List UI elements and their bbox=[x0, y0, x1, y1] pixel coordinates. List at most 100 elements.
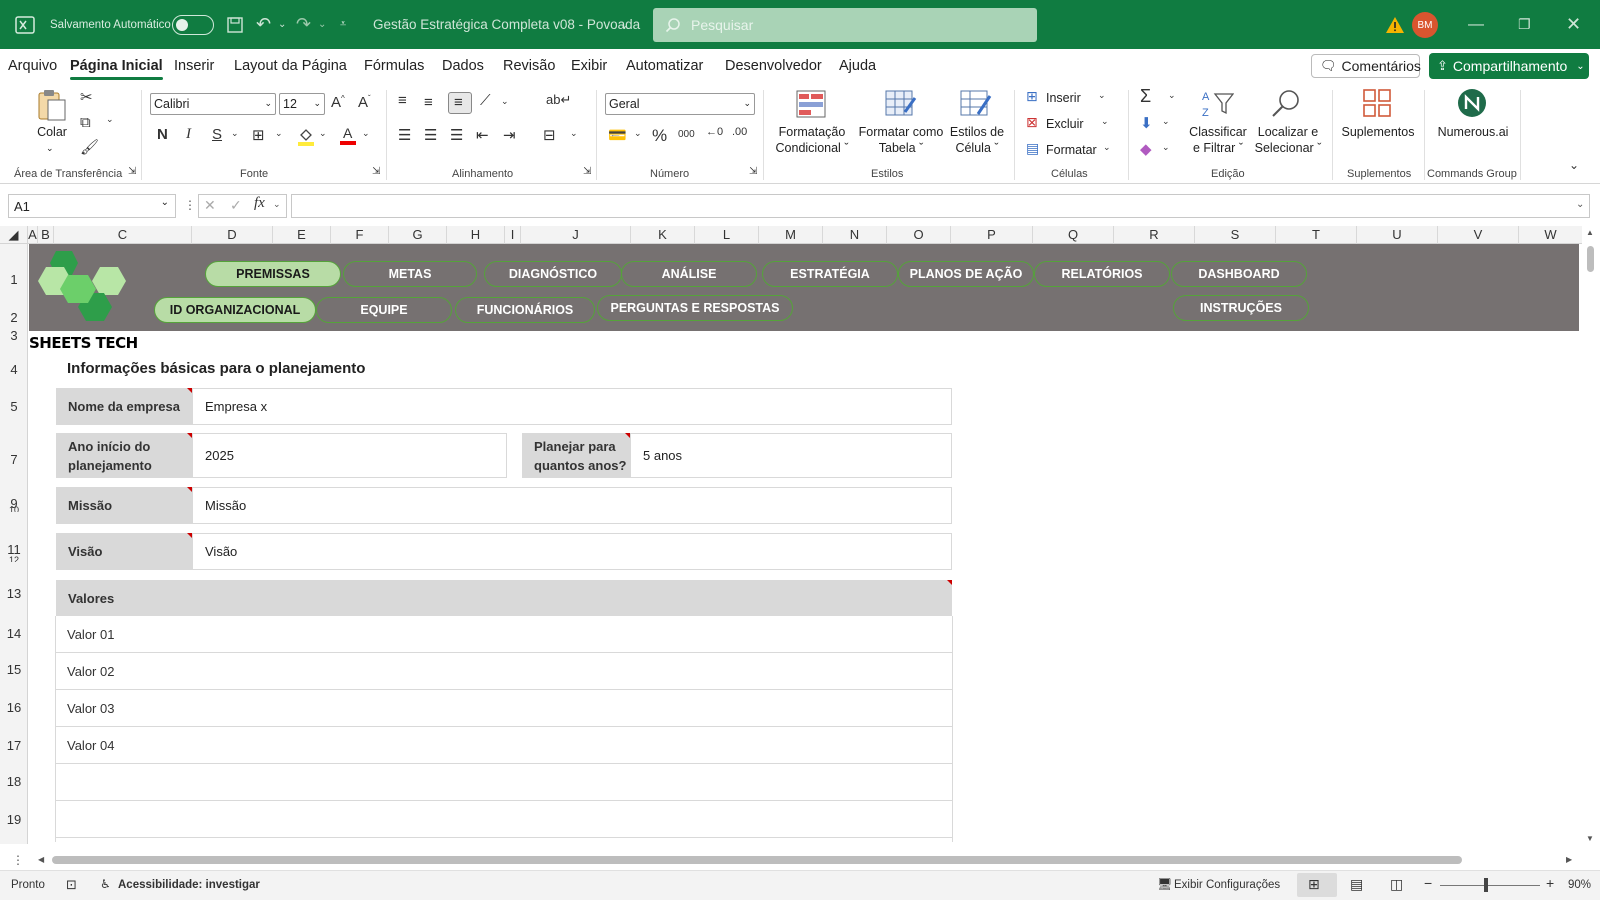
customize-toolbar-icon[interactable]: ⩡ bbox=[340, 0, 346, 49]
align-top-icon[interactable]: ≡ bbox=[398, 92, 407, 109]
vertical-scroll-thumb[interactable] bbox=[1587, 246, 1594, 272]
align-left-icon[interactable]: ☰ bbox=[398, 126, 411, 144]
orientation-icon[interactable]: ⟋ bbox=[480, 92, 491, 109]
sort-filter-icon[interactable]: AZ bbox=[1202, 88, 1235, 123]
tab-inserir[interactable]: Inserir bbox=[174, 58, 214, 74]
column-header[interactable]: M bbox=[759, 226, 823, 244]
find-select-button[interactable]: Localizar e Selecionar ˇ bbox=[1250, 124, 1326, 156]
row-header[interactable]: 19 bbox=[0, 812, 28, 827]
delete-dropdown-icon[interactable]: ⌄ bbox=[1101, 116, 1109, 127]
mission-label[interactable]: Missão bbox=[56, 487, 192, 524]
nav-diagnostico[interactable]: DIAGNÓSTICO bbox=[484, 261, 622, 287]
format-painter-icon[interactable]: 🖌 bbox=[80, 138, 99, 156]
section-heading[interactable]: Informações básicas para o planejamento bbox=[67, 360, 365, 377]
tab-pagina-inicial[interactable]: Página Inicial bbox=[70, 58, 163, 80]
fill-color-dropdown-icon[interactable]: ⌄ bbox=[319, 128, 327, 139]
row-header[interactable]: 1 bbox=[0, 272, 28, 287]
column-header[interactable]: F bbox=[331, 226, 389, 244]
nav-metas[interactable]: METAS bbox=[343, 261, 477, 287]
tab-layout-da-pagina[interactable]: Layout da Página bbox=[234, 58, 347, 74]
row-header[interactable]: 16 bbox=[0, 700, 28, 715]
scroll-right-icon[interactable]: ▶ bbox=[1566, 855, 1572, 864]
warning-icon[interactable] bbox=[1385, 0, 1405, 49]
horizontal-scroll-thumb[interactable] bbox=[52, 856, 1462, 864]
currency-icon[interactable]: 💳 bbox=[608, 126, 627, 144]
sheet-options-icon[interactable]: ⋮ bbox=[12, 853, 24, 867]
align-center-icon[interactable]: ☰ bbox=[424, 126, 437, 144]
start-year-cell[interactable]: 2025 bbox=[192, 433, 507, 478]
tab-desenvolvedor[interactable]: Desenvolvedor bbox=[725, 58, 822, 74]
nav-perguntas-e-respostas[interactable]: PERGUNTAS E RESPOSTAS bbox=[597, 295, 793, 321]
paste-button[interactable]: Colar bbox=[34, 124, 70, 140]
fill-icon[interactable]: ⬇ bbox=[1140, 114, 1153, 132]
zoom-in-icon[interactable]: + bbox=[1546, 875, 1554, 891]
wrap-text-icon[interactable]: ab↵ bbox=[546, 92, 571, 108]
cut-icon[interactable]: ✂ bbox=[80, 88, 93, 106]
cell-styles-button[interactable]: Estilos de Célula ˇ bbox=[946, 124, 1008, 156]
column-header[interactable]: U bbox=[1357, 226, 1438, 244]
conditional-format-icon[interactable] bbox=[796, 90, 826, 121]
column-header[interactable]: Q bbox=[1033, 226, 1114, 244]
autosum-icon[interactable]: Σ bbox=[1140, 86, 1151, 107]
paste-icon[interactable] bbox=[36, 88, 68, 127]
value-row[interactable]: Valor 02 bbox=[56, 653, 952, 690]
undo-dropdown-icon[interactable]: ⌄ bbox=[278, 0, 286, 49]
company-name-cell[interactable]: Empresa x bbox=[192, 388, 952, 425]
nav-analise[interactable]: ANÁLISE bbox=[621, 261, 757, 287]
confirm-icon[interactable]: ✓ bbox=[230, 197, 242, 214]
conditional-format-button[interactable]: Formatação Condicional ˇ bbox=[770, 124, 854, 156]
align-right-icon[interactable]: ☰ bbox=[450, 126, 463, 144]
column-header[interactable]: E bbox=[273, 226, 331, 244]
tab-exibir[interactable]: Exibir bbox=[571, 58, 607, 74]
cell-styles-icon[interactable] bbox=[960, 90, 992, 121]
scroll-left-icon[interactable]: ◀ bbox=[38, 855, 44, 864]
row-header[interactable]: 10 bbox=[0, 506, 28, 512]
macro-record-icon[interactable]: ⊡ bbox=[66, 877, 77, 893]
increase-indent-icon[interactable]: ⇥ bbox=[503, 126, 516, 144]
start-year-label[interactable]: Ano início do planejamento bbox=[56, 433, 192, 478]
row-header[interactable]: 3 bbox=[0, 328, 28, 343]
more-options-icon[interactable]: ⋮ bbox=[184, 198, 196, 212]
column-header[interactable]: W bbox=[1519, 226, 1582, 244]
accessibility-icon[interactable]: ♿ bbox=[100, 877, 111, 891]
paste-dropdown-icon[interactable]: ⌄ bbox=[46, 140, 54, 156]
name-box[interactable]: A1 ⌄ bbox=[8, 194, 176, 218]
borders-dropdown-icon[interactable]: ⌄ bbox=[275, 128, 283, 139]
autosave-toggle[interactable] bbox=[172, 0, 214, 49]
autosum-dropdown-icon[interactable]: ⌄ bbox=[1168, 90, 1176, 101]
row-header[interactable]: 7 bbox=[0, 452, 28, 467]
fill-dropdown-icon[interactable]: ⌄ bbox=[1162, 116, 1170, 127]
value-row[interactable]: Valor 03 bbox=[56, 690, 952, 727]
column-header[interactable]: I bbox=[505, 226, 521, 244]
numerous-ai-button[interactable]: Numerous.ai bbox=[1430, 124, 1516, 140]
numerous-ai-icon[interactable] bbox=[1458, 89, 1486, 117]
clear-dropdown-icon[interactable]: ⌄ bbox=[1162, 142, 1170, 153]
page-break-icon[interactable]: ◫ bbox=[1390, 876, 1403, 893]
function-dropdown-icon[interactable]: ⌄ bbox=[273, 199, 281, 210]
undo-icon[interactable]: ↶ bbox=[256, 0, 271, 49]
display-settings-button[interactable]: Exibir Configurações bbox=[1174, 879, 1280, 891]
scroll-up-icon[interactable]: ▲ bbox=[1586, 228, 1594, 237]
clipboard-launcher-icon[interactable]: ⇲ bbox=[128, 166, 136, 177]
close-icon[interactable]: ✕ bbox=[1566, 0, 1581, 49]
increase-font-icon[interactable]: A^ bbox=[331, 94, 345, 111]
search-box[interactable]: Pesquisar bbox=[653, 8, 1037, 42]
redo-icon[interactable]: ↷ bbox=[296, 0, 311, 49]
accessibility-status[interactable]: Acessibilidade: investigar bbox=[118, 879, 260, 891]
column-header[interactable]: A bbox=[28, 226, 38, 244]
alignment-launcher-icon[interactable]: ⇲ bbox=[583, 166, 591, 177]
column-header[interactable]: C bbox=[54, 226, 192, 244]
bold-button[interactable]: N bbox=[157, 126, 168, 143]
row-header[interactable]: 14 bbox=[0, 626, 28, 641]
format-table-button[interactable]: Formatar como Tabela ˇ bbox=[856, 124, 946, 156]
vision-label[interactable]: Visão bbox=[56, 533, 192, 570]
cancel-icon[interactable]: ✕ bbox=[204, 197, 216, 214]
excel-icon[interactable] bbox=[14, 0, 36, 49]
nav-dashboard[interactable]: DASHBOARD bbox=[1171, 261, 1307, 287]
scroll-down-icon[interactable]: ▼ bbox=[1586, 834, 1594, 843]
format-table-icon[interactable] bbox=[885, 90, 917, 121]
clear-icon[interactable]: ◆ bbox=[1140, 140, 1152, 158]
value-row[interactable]: Valor 01 bbox=[56, 616, 952, 653]
restore-icon[interactable]: ❐ bbox=[1518, 0, 1531, 49]
values-header[interactable]: Valores bbox=[56, 580, 952, 616]
